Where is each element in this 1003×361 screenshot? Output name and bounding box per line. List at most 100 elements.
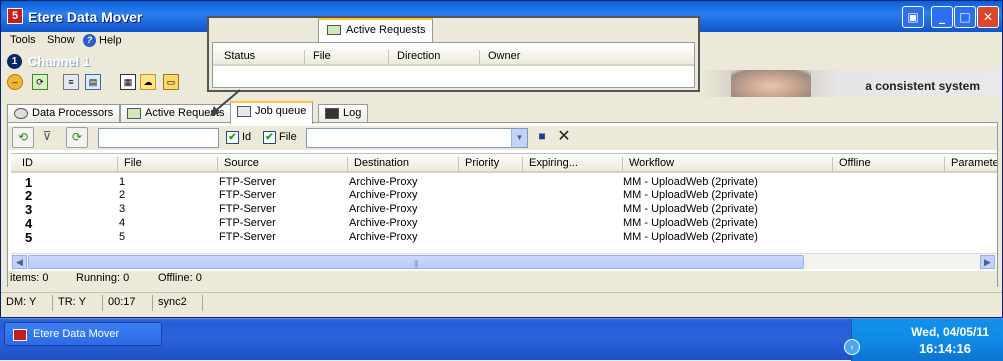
popup-tab-active-requests[interactable]: Active Requests — [318, 18, 433, 42]
callout-arrow-icon — [210, 89, 241, 116]
popup-tab-label: Active Requests — [346, 24, 426, 36]
cell-file: 1 — [119, 176, 126, 188]
taskbar-button-etere[interactable]: Etere Data Mover — [4, 322, 162, 346]
document-icon[interactable]: ▦ — [120, 74, 136, 90]
cell-workflow: MM - UploadWeb (2private) — [623, 203, 758, 215]
table-row[interactable]: 2 2 FTP-Server Archive-Proxy MM - Upload… — [11, 188, 997, 203]
popup-grid[interactable]: Status File Direction Owner — [212, 42, 695, 88]
save-icon: ■ — [538, 129, 546, 143]
tab-strip: Data Processors Active Requests Job queu… — [7, 101, 807, 124]
column-header-expiring[interactable]: Expiring... — [522, 157, 622, 171]
column-header-destination[interactable]: Destination — [347, 157, 458, 171]
refresh-icon: ⟳ — [71, 130, 83, 144]
file-checkbox-label: File — [279, 131, 297, 143]
tab-data-processors[interactable]: Data Processors — [7, 104, 121, 123]
requests-icon — [127, 107, 141, 119]
minimize-button[interactable]: _ — [931, 6, 953, 28]
table-row[interactable]: 3 3 FTP-Server Archive-Proxy MM - Upload… — [11, 202, 997, 217]
column-header-direction[interactable]: Direction — [388, 50, 479, 64]
restore-panel-button[interactable]: ▣ — [902, 6, 924, 28]
refresh-icon[interactable]: ⟳ — [32, 74, 48, 90]
tab-label: Job queue — [255, 105, 307, 117]
save-button[interactable]: ■ — [531, 127, 553, 148]
column-header-offline[interactable]: Offline — [832, 157, 944, 171]
cell-id: 5 — [25, 230, 33, 245]
list-icon[interactable]: ≡ — [63, 74, 79, 90]
tab-label: Data Processors — [32, 107, 114, 119]
cell-source: FTP-Server — [219, 189, 276, 201]
grid-header: ID File Source Destination Priority Expi… — [11, 154, 997, 173]
cell-workflow: MM - UploadWeb (2private) — [623, 217, 758, 229]
channel-number-badge: 1 — [7, 54, 22, 69]
scroll-right-arrow[interactable]: ▶ — [980, 255, 995, 269]
monitor-icon[interactable]: ▭ — [163, 74, 179, 90]
column-header-file[interactable]: File — [117, 157, 217, 171]
close-button[interactable]: ✕ — [977, 6, 999, 28]
layers-icon[interactable]: ▤ — [85, 74, 101, 90]
chat-icon[interactable]: ☁ — [140, 74, 156, 90]
reload-icon: ⟲ — [17, 130, 29, 144]
column-header-workflow[interactable]: Workflow — [622, 157, 832, 171]
id-checkbox-label: Id — [242, 131, 252, 143]
tab-log[interactable]: Log — [318, 104, 369, 123]
column-header-id[interactable]: ID — [16, 157, 117, 171]
taskbar-button-label: Etere Data Mover — [33, 328, 120, 340]
clear-button[interactable]: ✕ — [553, 127, 575, 148]
menu-show[interactable]: Show — [47, 34, 75, 46]
cell-destination: Archive-Proxy — [349, 203, 418, 215]
cell-destination: Archive-Proxy — [349, 189, 418, 201]
cell-workflow: MM - UploadWeb (2private) — [623, 189, 758, 201]
banner-face-image — [731, 70, 811, 97]
file-checkbox[interactable]: ✔ — [263, 131, 276, 144]
maximize-button[interactable]: □ — [954, 6, 976, 28]
column-header-status[interactable]: Status — [216, 50, 304, 64]
column-header-file[interactable]: File — [304, 50, 388, 64]
table-row[interactable]: 5 5 FTP-Server Archive-Proxy MM - Upload… — [11, 230, 997, 245]
grip-icon: ||| — [414, 259, 418, 268]
filter-combo[interactable]: ▼ — [306, 128, 528, 148]
gears-icon — [14, 107, 28, 119]
system-tray: ‹ Wed, 04/05/11 16:14:16 — [844, 319, 1003, 361]
job-queue-grid[interactable]: ID File Source Destination Priority Expi… — [11, 153, 997, 268]
id-checkbox[interactable]: ✔ — [226, 131, 239, 144]
stop-icon[interactable]: – — [7, 74, 23, 90]
scroll-left-arrow[interactable]: ◀ — [12, 255, 27, 269]
offline-count: Offline: 0 — [158, 272, 202, 284]
cell-source: FTP-Server — [219, 176, 276, 188]
cell-file: 3 — [119, 203, 126, 215]
help-icon: ? — [83, 34, 96, 47]
search-input[interactable] — [98, 128, 219, 148]
menu-help[interactable]: ? Help — [83, 34, 122, 47]
horizontal-scrollbar[interactable]: ◀ ||| ▶ — [11, 253, 997, 269]
reload-queue-button[interactable]: ⟲ — [12, 127, 34, 148]
table-row[interactable]: 1 1 FTP-Server Archive-Proxy MM - Upload… — [11, 175, 997, 190]
job-queue-panel: ⟲ ⊽ ⟳ ✔ Id ✔ File ▼ ■ ✕ ID File Source D… — [7, 122, 998, 287]
filter-button[interactable]: ⊽ — [36, 127, 58, 148]
table-row[interactable]: 4 4 FTP-Server Archive-Proxy MM - Upload… — [11, 216, 997, 231]
column-header-owner[interactable]: Owner — [479, 50, 569, 64]
column-header-priority[interactable]: Priority — [458, 157, 522, 171]
chevron-left-icon[interactable]: ‹ — [844, 339, 860, 355]
chevron-down-icon[interactable]: ▼ — [511, 129, 527, 147]
tray-clock[interactable]: 16:14:16 — [919, 341, 971, 356]
scrollbar-thumb[interactable]: ||| — [28, 255, 804, 269]
main-toolbar: – ⟳ ≡ ▤ ▦ ☁ ▭ — [7, 74, 207, 94]
log-icon — [325, 107, 339, 119]
menu-tools[interactable]: Tools — [10, 34, 36, 46]
cell-source: FTP-Server — [219, 217, 276, 229]
status-sync: sync2 — [153, 295, 203, 311]
close-icon: ✕ — [557, 128, 571, 145]
banner-slogan: a consistent system — [865, 79, 980, 93]
window-title: Etere Data Mover — [28, 9, 143, 25]
column-header-parameters[interactable]: Paramete — [944, 157, 997, 171]
column-header-source[interactable]: Source — [217, 157, 347, 171]
running-count: Running: 0 — [76, 272, 130, 284]
cell-source: FTP-Server — [219, 231, 276, 243]
cell-destination: Archive-Proxy — [349, 176, 418, 188]
menu-help-label: Help — [99, 34, 122, 47]
cell-destination: Archive-Proxy — [349, 217, 418, 229]
taskbar: Etere Data Mover ‹ Wed, 04/05/11 16:14:1… — [0, 318, 1003, 361]
refresh-filter-button[interactable]: ⟳ — [66, 127, 88, 148]
cell-destination: Archive-Proxy — [349, 231, 418, 243]
app-icon[interactable]: 5 — [7, 8, 23, 24]
